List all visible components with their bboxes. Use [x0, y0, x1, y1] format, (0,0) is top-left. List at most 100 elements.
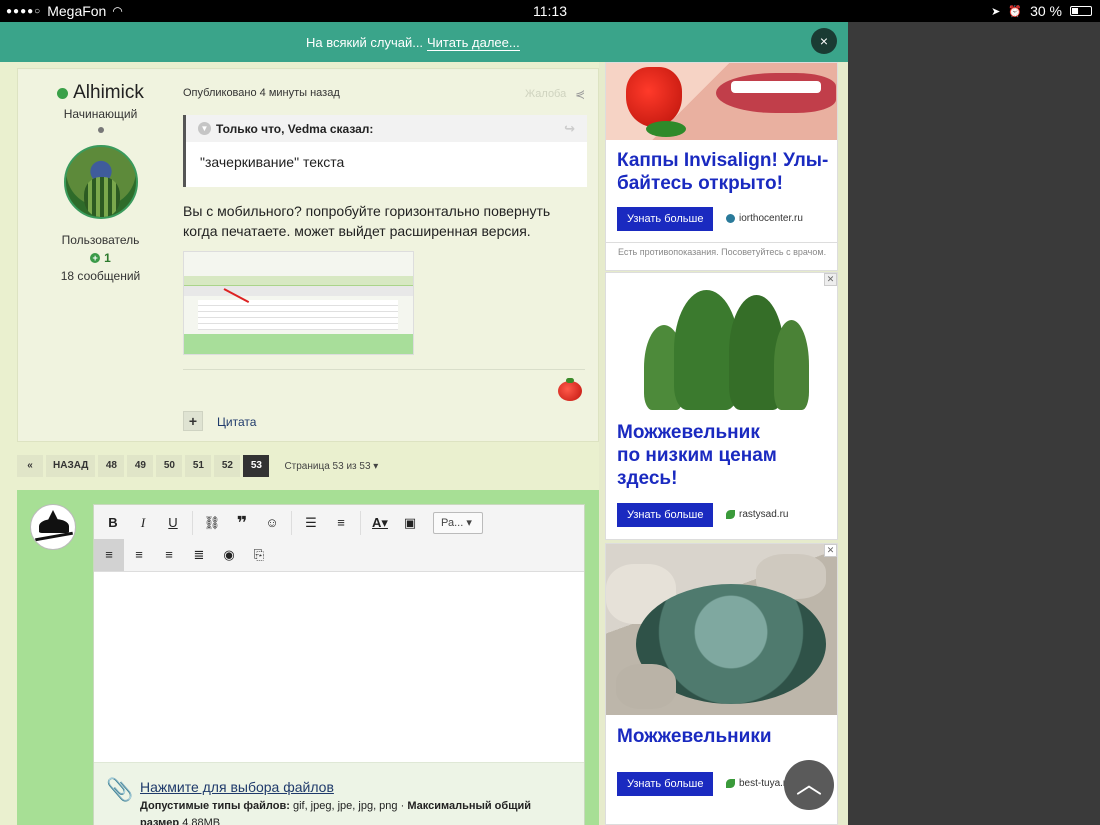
- share-icon[interactable]: ⋞: [575, 87, 585, 101]
- source-view-icon[interactable]: ⎘: [244, 539, 274, 571]
- author-avatar[interactable]: [63, 145, 138, 219]
- current-user-avatar: [30, 504, 76, 550]
- quote-header: ▼ Только что, Vedma сказал: ↪: [186, 115, 587, 142]
- quote-icon[interactable]: ❞: [227, 507, 257, 539]
- online-status-icon: [57, 87, 69, 99]
- forum-post: Alhimick Начинающий Пользователь + 1 18 …: [17, 68, 599, 442]
- ad-learn-more-button[interactable]: Узнать больше: [617, 772, 714, 796]
- pagination-info-dropdown[interactable]: Страница 53 из 53 ▾: [284, 461, 378, 472]
- ad-close-icon[interactable]: ✕: [824, 273, 837, 286]
- ad-juniper-prices[interactable]: ✕ Можжевельник по низким ценам здесь! Уз…: [605, 272, 838, 540]
- ad-domain[interactable]: best-tuya.ru: [726, 778, 792, 789]
- ad-disclaimer: Есть противопоказания. Посоветуйтесь с в…: [605, 243, 838, 271]
- ad-image-strawberry[interactable]: [606, 63, 837, 140]
- ad-learn-more-button[interactable]: Узнать больше: [617, 503, 714, 527]
- pagination-page-49[interactable]: 49: [127, 455, 154, 477]
- choose-files-link[interactable]: Нажмите для выбора файлов: [140, 779, 334, 795]
- quote-jump-icon[interactable]: ↪: [564, 121, 575, 137]
- post-divider: [183, 369, 585, 370]
- page-content: Alhimick Начинающий Пользователь + 1 18 …: [0, 62, 848, 825]
- align-left-icon[interactable]: ≡: [94, 539, 124, 571]
- author-rank: Начинающий: [63, 107, 138, 121]
- font-size-select[interactable]: Ра... ▾: [433, 512, 483, 534]
- preview-eye-icon[interactable]: ◉: [214, 539, 244, 571]
- bulleted-list-icon[interactable]: ☰: [296, 507, 326, 539]
- quote-button[interactable]: Цитата: [217, 415, 256, 429]
- align-justify-icon[interactable]: ≣: [184, 539, 214, 571]
- pagination-page-53-current[interactable]: 53: [243, 455, 270, 477]
- font-size-value: Ра...: [441, 517, 464, 529]
- ad-image-trees[interactable]: [634, 275, 809, 411]
- post-body: Вы с мобильного? попробуйте горизонтальн…: [183, 203, 551, 239]
- ad-close-icon[interactable]: ✕: [824, 544, 837, 557]
- pagination-info-text: Страница 53 из 53: [284, 460, 371, 472]
- author-group: Пользователь: [61, 233, 140, 247]
- ads-column: Каппы Invisalign! Улы- байтесь открыто! …: [599, 62, 848, 825]
- numbered-list-icon[interactable]: ≡: [326, 507, 356, 539]
- quote-block: ▼ Только что, Vedma сказал: ↪ "зачеркива…: [183, 115, 587, 187]
- multiquote-add-button[interactable]: +: [183, 411, 203, 431]
- text-color-icon[interactable]: A▾: [365, 507, 395, 539]
- site-favicon-icon: [726, 510, 735, 519]
- align-center-icon[interactable]: ≡: [124, 539, 154, 571]
- pagination-page-52[interactable]: 52: [214, 455, 241, 477]
- attached-screenshot[interactable]: [183, 251, 414, 355]
- site-favicon-icon: [726, 214, 735, 223]
- site-favicon-icon: [726, 779, 735, 788]
- pagination-page-50[interactable]: 50: [156, 455, 183, 477]
- ad-domain[interactable]: iorthocenter.ru: [726, 213, 803, 224]
- author-name-row: Alhimick: [18, 82, 183, 104]
- battery-percent: 30 %: [1030, 3, 1062, 19]
- reaction-tomato-icon[interactable]: [558, 378, 582, 401]
- quote-body: "зачеркивание" текста: [200, 154, 345, 170]
- post-published-time: Опубликовано 4 минуты назад: [183, 87, 340, 99]
- post-author-panel: Alhimick Начинающий Пользователь + 1 18 …: [18, 69, 183, 283]
- scroll-to-top-button[interactable]: ︿: [784, 760, 834, 810]
- ad-title[interactable]: Можжевельники: [617, 725, 772, 748]
- banner-close-button[interactable]: ×: [811, 28, 837, 54]
- ad-image-shrub[interactable]: [606, 544, 837, 715]
- report-link[interactable]: Жалоба: [525, 88, 566, 100]
- attachment-info: Допустимые типы файлов: gif, jpeg, jpe, …: [140, 800, 532, 825]
- banner-text: На всякий случай...: [306, 35, 424, 50]
- caret-down-icon: ▾: [373, 460, 379, 472]
- ad-domain[interactable]: rastysad.ru: [726, 509, 788, 520]
- chevron-down-icon[interactable]: ▼: [198, 122, 211, 135]
- author-name-link[interactable]: Alhimick: [73, 82, 144, 104]
- reply-area: B I U ⛓ ❞ ☺ ☰ ≡ A▾ ▣ Ра... ▾ ≡ ≡ ≡ ≣ ◉ ⎘…: [17, 490, 599, 825]
- attachment-dropzone[interactable]: 📎 Нажмите для выбора файлов Допустимые т…: [94, 762, 584, 825]
- reply-editor: B I U ⛓ ❞ ☺ ☰ ≡ A▾ ▣ Ра... ▾ ≡ ≡ ≡ ≣ ◉ ⎘…: [93, 504, 585, 825]
- background-color-icon[interactable]: ▣: [395, 507, 425, 539]
- pagination-page-51[interactable]: 51: [185, 455, 212, 477]
- battery-icon: [1070, 6, 1092, 16]
- ad-learn-more-button[interactable]: Узнать больше: [617, 207, 714, 231]
- chevron-up-icon: ︿: [795, 769, 822, 799]
- emoji-icon[interactable]: ☺: [257, 507, 287, 539]
- pagination-page-48[interactable]: 48: [98, 455, 125, 477]
- rank-pip-icon: [97, 127, 104, 133]
- paperclip-icon: 📎: [106, 777, 134, 802]
- reputation-value: 1: [104, 251, 111, 265]
- align-right-icon[interactable]: ≡: [154, 539, 184, 571]
- inactive-side-panel: [848, 22, 1100, 825]
- ad-title[interactable]: Можжевельник по низким ценам здесь!: [617, 421, 777, 490]
- pagination: « НАЗАД 48 49 50 51 52 53 Страница 53 из…: [17, 455, 378, 477]
- editor-text-area[interactable]: [94, 572, 584, 762]
- author-post-count: 18 сообщений: [60, 269, 141, 283]
- banner-read-more-link[interactable]: Читать далее...: [427, 35, 520, 51]
- location-icon: ➤: [991, 5, 1001, 18]
- italic-button[interactable]: I: [128, 507, 158, 539]
- pagination-prev-button[interactable]: НАЗАД: [46, 455, 96, 477]
- status-bar: ●●●●○ MegaFon ◠ 11:13 ➤ ⏰ 30 %: [0, 0, 1100, 22]
- quote-header-text: Только что, Vedma сказал:: [216, 122, 374, 136]
- link-icon[interactable]: ⛓: [197, 507, 227, 539]
- notification-banner: На всякий случай... Читать далее... ×: [0, 22, 848, 62]
- pagination-first-button[interactable]: «: [17, 455, 43, 477]
- reputation-plus-icon: +: [90, 253, 101, 263]
- ad-title[interactable]: Каппы Invisalign! Улы- байтесь открыто!: [617, 149, 828, 195]
- bold-button[interactable]: B: [98, 507, 128, 539]
- clock: 11:13: [533, 3, 567, 19]
- alarm-icon: ⏰: [1008, 5, 1023, 18]
- underline-button[interactable]: U: [158, 507, 188, 539]
- ad-invisalign[interactable]: Каппы Invisalign! Улы- байтесь открыто! …: [605, 62, 838, 243]
